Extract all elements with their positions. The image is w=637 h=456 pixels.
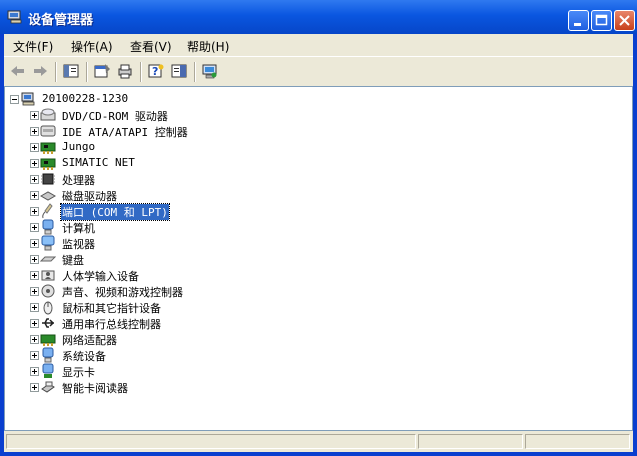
monitor-icon: [41, 235, 55, 251]
minimize-icon: [574, 23, 581, 26]
tree-item-label: Jungo: [62, 140, 96, 153]
show-hide-console-tree-icon[interactable]: [62, 63, 80, 79]
close-icon: [619, 15, 630, 26]
tree-item-label: 鼠标和其它指针设备: [62, 302, 161, 315]
tree-item-label: 智能卡阅读器: [62, 382, 128, 395]
processor-icon: [41, 173, 55, 185]
system-device-icon: [42, 347, 54, 363]
expand-icon[interactable]: [30, 127, 39, 136]
usb-icon: [42, 318, 55, 328]
expand-icon[interactable]: [30, 319, 39, 328]
device-tree-pane[interactable]: 20100228-1230 DVD/CD-ROM 驱动器 IDE ATA/ATAPI…: [4, 86, 633, 431]
expand-icon[interactable]: [30, 287, 39, 296]
expand-icon[interactable]: [30, 255, 39, 264]
device-manager-window: 设备管理器 文件(F) 操作(A) 查看(V) 帮助(H) ? 20100228…: [0, 0, 637, 456]
help-icon[interactable]: ?: [147, 63, 165, 79]
display-adapter-icon: [42, 363, 54, 378]
expand-icon[interactable]: [30, 175, 39, 184]
back-arrow-icon[interactable]: [9, 63, 27, 79]
expand-icon[interactable]: [30, 303, 39, 312]
expand-icon[interactable]: [30, 207, 39, 216]
toolbar-separator: [194, 62, 196, 82]
expand-icon[interactable]: [30, 367, 39, 376]
computer-root-icon: [21, 92, 35, 106]
toolbar: ?: [4, 56, 633, 86]
status-segment: [418, 434, 523, 449]
expand-icon[interactable]: [30, 143, 39, 152]
tree-item-label: 显示卡: [62, 366, 95, 379]
menu-help[interactable]: 帮助(H): [187, 38, 229, 55]
tree-item-label: 计算机: [62, 222, 95, 235]
keyboard-icon: [40, 256, 56, 262]
toolbar-separator: [140, 62, 142, 82]
tree-item-label: SIMATIC NET: [62, 156, 135, 169]
expand-icon[interactable]: [30, 159, 39, 168]
collapse-icon[interactable]: [10, 95, 19, 104]
expand-icon[interactable]: [30, 223, 39, 232]
tree-item-label: DVD/CD-ROM 驱动器: [62, 110, 168, 123]
expand-icon[interactable]: [30, 335, 39, 344]
tree-item-label: 处理器: [62, 174, 95, 187]
scan-hardware-icon[interactable]: [201, 63, 219, 79]
expand-icon[interactable]: [30, 239, 39, 248]
expand-icon[interactable]: [30, 271, 39, 280]
status-segment: [6, 434, 416, 449]
maximize-button[interactable]: [591, 10, 612, 31]
maximize-icon: [595, 14, 608, 26]
network-card-icon: [40, 158, 56, 170]
network-adapter-icon: [40, 334, 56, 346]
expand-icon[interactable]: [30, 111, 39, 120]
network-card-icon: [40, 142, 56, 154]
tree-item-label: 人体学输入设备: [62, 270, 139, 283]
status-bar: [4, 431, 633, 452]
tree-item-label: 20100228-1230: [42, 92, 129, 105]
title-bar[interactable]: 设备管理器: [0, 0, 637, 34]
menu-action[interactable]: 操作(A): [71, 38, 113, 55]
expand-icon[interactable]: [30, 383, 39, 392]
tree-item-label: 键盘: [62, 254, 84, 267]
svg-text:?: ?: [152, 65, 158, 78]
tree-item-label: 端口 (COM 和 LPT): [60, 203, 170, 221]
tree-item-label: IDE ATA/ATAPI 控制器: [62, 126, 188, 139]
expand-icon[interactable]: [30, 351, 39, 360]
tree-item-label: 系统设备: [62, 350, 106, 363]
device-manager-app-icon: [7, 10, 22, 24]
window-title: 设备管理器: [28, 13, 94, 28]
forward-arrow-icon[interactable]: [31, 63, 49, 79]
computer-icon: [42, 219, 54, 235]
tree-item-label: 磁盘驱动器: [62, 190, 117, 203]
export-list-icon[interactable]: [170, 63, 188, 79]
hid-icon: [41, 270, 55, 281]
smart-card-reader-icon: [41, 381, 55, 393]
close-button[interactable]: [614, 10, 635, 31]
print-icon[interactable]: [116, 63, 134, 79]
menu-bar: 文件(F) 操作(A) 查看(V) 帮助(H): [4, 34, 633, 56]
properties-icon[interactable]: [93, 63, 111, 79]
dvd-drive-icon: [40, 108, 56, 121]
tree-item-label: 监视器: [62, 238, 95, 251]
menu-view[interactable]: 查看(V): [130, 38, 172, 55]
expand-icon[interactable]: [30, 191, 39, 200]
menu-file[interactable]: 文件(F): [13, 38, 53, 55]
toolbar-separator: [86, 62, 88, 82]
minimize-button[interactable]: [568, 10, 589, 31]
port-icon: [42, 203, 53, 219]
tree-item-label: 声音、视频和游戏控制器: [62, 286, 183, 299]
status-segment: [525, 434, 630, 449]
sound-icon: [41, 284, 55, 298]
ide-controller-icon: [40, 125, 56, 137]
tree-item-label: 网络适配器: [62, 334, 117, 347]
disk-drive-icon: [40, 191, 56, 201]
toolbar-separator: [55, 62, 57, 82]
mouse-icon: [43, 301, 53, 315]
tree-item-label: 通用串行总线控制器: [62, 318, 161, 331]
